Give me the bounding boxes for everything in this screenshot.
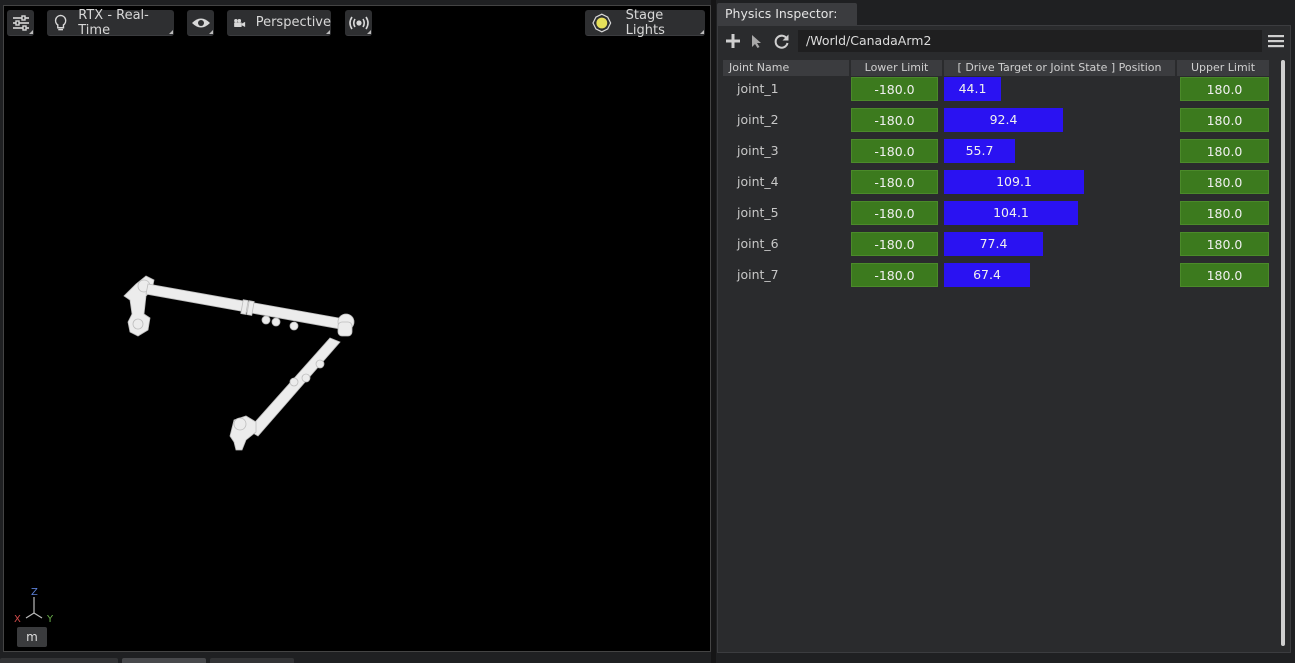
tab-physics-inspector[interactable]: Physics Inspector:	[717, 3, 857, 25]
joint-name: joint_6	[737, 236, 779, 251]
position-value: 44.1	[958, 81, 987, 96]
position-slider[interactable]: 44.1	[944, 77, 1175, 101]
vertical-scrollbar[interactable]	[1281, 60, 1285, 646]
upper-limit-field[interactable]: 180.0	[1180, 108, 1269, 132]
position-value: 67.4	[973, 267, 1001, 282]
joint-row: joint_2 -180.0 92.4 180.0	[723, 108, 1274, 132]
lower-limit-field[interactable]: -180.0	[851, 108, 938, 132]
upper-limit-field[interactable]: 180.0	[1180, 263, 1269, 287]
settings-sliders-icon	[12, 14, 29, 31]
bottom-tab-3[interactable]	[210, 658, 294, 663]
joint-name: joint_1	[737, 81, 779, 96]
axis-y-label: Y	[46, 614, 54, 625]
position-slider[interactable]: 92.4	[944, 108, 1175, 132]
upper-limit-field[interactable]: 180.0	[1180, 170, 1269, 194]
renderer-button[interactable]: RTX - Real-Time	[47, 7, 174, 38]
lower-limit-field[interactable]: -180.0	[851, 263, 938, 287]
lower-limit-field[interactable]: -180.0	[851, 139, 938, 163]
inspector-toolbar	[718, 26, 1290, 56]
renderer-label: RTX - Real-Time	[78, 7, 149, 38]
upper-limit-field[interactable]: 180.0	[1180, 139, 1269, 163]
stage-lights-label: Stage Lights	[625, 7, 665, 38]
unit-button[interactable]: m	[17, 627, 47, 647]
upper-limit-field[interactable]: 180.0	[1180, 201, 1269, 225]
position-value: 92.4	[989, 112, 1018, 127]
panel-splitter[interactable]	[711, 0, 716, 663]
streaming-button[interactable]	[345, 10, 372, 36]
column-header-joint-name[interactable]: Joint Name	[723, 60, 849, 76]
position-value: 104.1	[993, 205, 1029, 220]
column-header-position[interactable]: [ Drive Target or Joint State ] Position	[944, 60, 1175, 76]
broadcast-icon	[348, 16, 369, 29]
joint-row: joint_7 -180.0 67.4 180.0	[723, 263, 1274, 287]
joint-row: joint_6 -180.0 77.4 180.0	[723, 232, 1274, 256]
lower-limit-field[interactable]: -180.0	[851, 232, 938, 256]
plus-icon	[726, 34, 740, 48]
position-value: 55.7	[965, 143, 994, 158]
joint-row: joint_1 -180.0 44.1 180.0	[723, 77, 1274, 101]
axis-z-label: Z	[31, 587, 38, 598]
joint-name: joint_5	[737, 205, 779, 220]
cursor-arrow-icon	[752, 34, 761, 48]
sun-icon	[592, 13, 612, 32]
video-camera-icon	[234, 18, 246, 27]
lower-limit-field[interactable]: -180.0	[851, 77, 938, 101]
joint-name: joint_4	[737, 174, 779, 189]
axis-gizmo: Z X Y	[14, 587, 54, 625]
joint-name: joint_3	[737, 143, 779, 158]
position-slider[interactable]: 55.7	[944, 139, 1175, 163]
stage-lights-button[interactable]: Stage Lights	[585, 7, 705, 38]
joint-row: joint_3 -180.0 55.7 180.0	[723, 139, 1274, 163]
refresh-icon	[774, 34, 788, 49]
add-button[interactable]	[724, 32, 742, 50]
eye-icon	[191, 18, 210, 27]
prim-path-field[interactable]	[798, 30, 1262, 52]
bottom-tab-1[interactable]	[0, 658, 118, 663]
joint-name: joint_7	[737, 267, 779, 282]
axis-x-label: X	[14, 614, 21, 625]
lower-limit-field[interactable]: -180.0	[851, 201, 938, 225]
position-value: 109.1	[996, 174, 1032, 189]
column-header-upper-limit[interactable]: Upper Limit	[1177, 60, 1269, 76]
visibility-button[interactable]	[187, 10, 214, 36]
select-button[interactable]	[748, 32, 766, 50]
lightbulb-icon	[54, 14, 67, 30]
position-value: 77.4	[979, 236, 1008, 251]
position-slider[interactable]: 109.1	[944, 170, 1175, 194]
position-slider[interactable]: 104.1	[944, 201, 1175, 225]
physics-inspector-panel: Joint Name Lower Limit [ Drive Target or…	[717, 25, 1291, 653]
upper-limit-field[interactable]: 180.0	[1180, 77, 1269, 101]
canadaarm2-model[interactable]	[114, 264, 364, 454]
viewport-settings-button[interactable]	[7, 10, 34, 36]
bottom-tab-2[interactable]	[122, 658, 206, 663]
column-header-lower-limit[interactable]: Lower Limit	[851, 60, 942, 76]
position-slider[interactable]: 77.4	[944, 232, 1175, 256]
position-slider[interactable]: 67.4	[944, 263, 1175, 287]
hamburger-menu-icon	[1268, 35, 1284, 48]
upper-limit-field[interactable]: 180.0	[1180, 232, 1269, 256]
joint-row: joint_5 -180.0 104.1 180.0	[723, 201, 1274, 225]
joint-row: joint_4 -180.0 109.1 180.0	[723, 170, 1274, 194]
lower-limit-field[interactable]: -180.0	[851, 170, 938, 194]
menu-button[interactable]	[1267, 32, 1285, 50]
joint-name: joint_2	[737, 112, 779, 127]
refresh-button[interactable]	[772, 32, 790, 50]
camera-button[interactable]: Perspective	[227, 10, 331, 36]
camera-label: Perspective	[255, 15, 331, 30]
viewport[interactable]: RTX - Real-Time Perspective Stage Lights…	[3, 5, 711, 652]
